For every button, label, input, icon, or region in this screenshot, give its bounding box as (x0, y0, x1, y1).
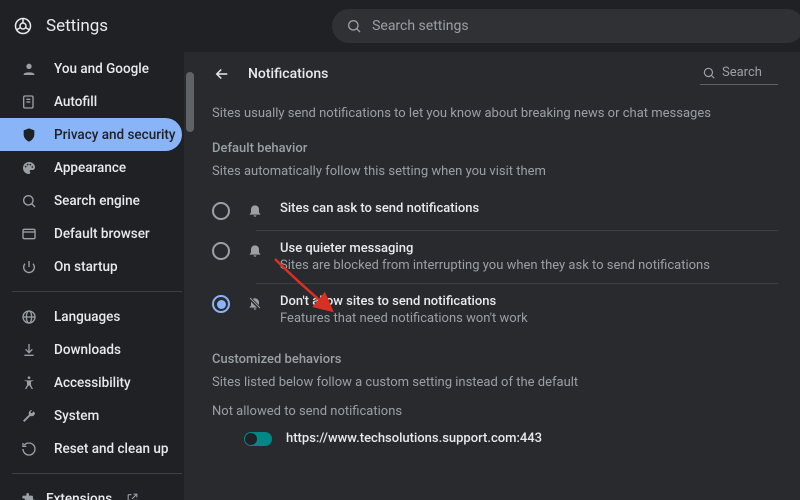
option-quieter-messaging[interactable]: Use quieter messaging Sites are blocked … (212, 231, 778, 283)
sidebar: You and Google Autofill Privacy and secu… (0, 52, 196, 500)
bell-off-icon (246, 295, 264, 311)
sidebar-item-label: On startup (54, 259, 118, 275)
page-search-label: Search (722, 65, 762, 80)
restore-icon (20, 441, 38, 457)
sidebar-item-downloads[interactable]: Downloads (0, 333, 182, 366)
wrench-icon (20, 408, 38, 424)
search-settings-input[interactable]: Search settings (332, 9, 800, 43)
extension-icon (20, 491, 38, 500)
person-icon (20, 61, 38, 77)
sidebar-item-label: Search engine (54, 193, 140, 209)
open-external-icon (126, 492, 139, 500)
option-title: Don't allow sites to send notifications (280, 294, 528, 309)
scrollbar-thumb[interactable] (186, 72, 194, 132)
divider (12, 291, 182, 292)
section-subtitle-default-behavior: Sites automatically follow this setting … (212, 164, 778, 179)
palette-icon (20, 160, 38, 176)
power-icon (20, 259, 38, 275)
radio-button[interactable] (212, 202, 230, 220)
sidebar-item-label: Reset and clean up (54, 441, 168, 457)
site-url: https://www.techsolutions.support.com:44… (286, 431, 542, 446)
page-title: Notifications (248, 66, 686, 82)
search-icon (702, 66, 716, 80)
bell-icon (246, 242, 264, 258)
site-row[interactable]: https://www.techsolutions.support.com:44… (244, 431, 778, 446)
sidebar-item-label: Appearance (54, 160, 126, 176)
autofill-icon (20, 94, 38, 110)
globe-icon (20, 309, 38, 325)
section-title-default-behavior: Default behavior (212, 141, 778, 156)
section-title-customized: Customized behaviors (212, 352, 778, 367)
search-placeholder: Search settings (372, 18, 469, 34)
back-button[interactable] (210, 62, 234, 86)
sidebar-item-default-browser[interactable]: Default browser (0, 217, 182, 250)
search-icon (20, 193, 38, 209)
option-sites-can-ask[interactable]: Sites can ask to send notifications (212, 191, 778, 230)
sidebar-item-accessibility[interactable]: Accessibility (0, 366, 182, 399)
option-subtitle: Sites are blocked from interrupting you … (280, 258, 710, 273)
sidebar-item-label: Extensions (46, 491, 112, 500)
sidebar-item-appearance[interactable]: Appearance (0, 151, 182, 184)
sidebar-item-extensions[interactable]: Extensions (0, 482, 182, 500)
option-title: Sites can ask to send notifications (280, 201, 479, 216)
sidebar-item-label: Downloads (54, 342, 121, 358)
download-icon (20, 342, 38, 358)
app-title: Settings (46, 16, 108, 36)
option-subtitle: Features that need notifications won't w… (280, 311, 528, 326)
option-dont-allow[interactable]: Don't allow sites to send notifications … (212, 284, 778, 336)
accessibility-icon (20, 375, 38, 391)
browser-icon (20, 226, 38, 242)
sidebar-item-reset[interactable]: Reset and clean up (0, 432, 182, 465)
page-description: Sites usually send notifications to let … (212, 106, 778, 121)
sidebar-item-system[interactable]: System (0, 399, 182, 432)
option-title: Use quieter messaging (280, 241, 710, 256)
content-panel: Notifications Search Sites usually send … (196, 52, 800, 500)
sidebar-item-autofill[interactable]: Autofill (0, 85, 182, 118)
bell-icon (246, 202, 264, 218)
sidebar-item-search-engine[interactable]: Search engine (0, 184, 182, 217)
chrome-icon (14, 16, 32, 36)
section-subtitle-customized: Sites listed below follow a custom setti… (212, 375, 778, 390)
sidebar-item-label: System (54, 408, 99, 424)
sidebar-item-you-and-google[interactable]: You and Google (0, 52, 182, 85)
divider (12, 473, 182, 474)
topbar: Settings Search settings (0, 0, 800, 52)
sidebar-item-languages[interactable]: Languages (0, 300, 182, 333)
sidebar-item-label: Privacy and security (54, 127, 176, 143)
sidebar-item-label: You and Google (54, 61, 149, 77)
shield-icon (20, 127, 38, 143)
sidebar-item-on-startup[interactable]: On startup (0, 250, 182, 283)
radio-button-selected[interactable] (212, 295, 230, 313)
sidebar-item-label: Default browser (54, 226, 150, 242)
not-allowed-label: Not allowed to send notifications (212, 404, 778, 419)
radio-button[interactable] (212, 242, 230, 260)
sidebar-item-label: Autofill (54, 94, 97, 110)
page-search-input[interactable]: Search (700, 63, 778, 85)
search-icon (346, 18, 362, 34)
site-toggle-icon (244, 432, 272, 446)
sidebar-item-label: Accessibility (54, 375, 131, 391)
sidebar-item-label: Languages (54, 309, 120, 325)
sidebar-item-privacy-security[interactable]: Privacy and security (0, 118, 182, 151)
